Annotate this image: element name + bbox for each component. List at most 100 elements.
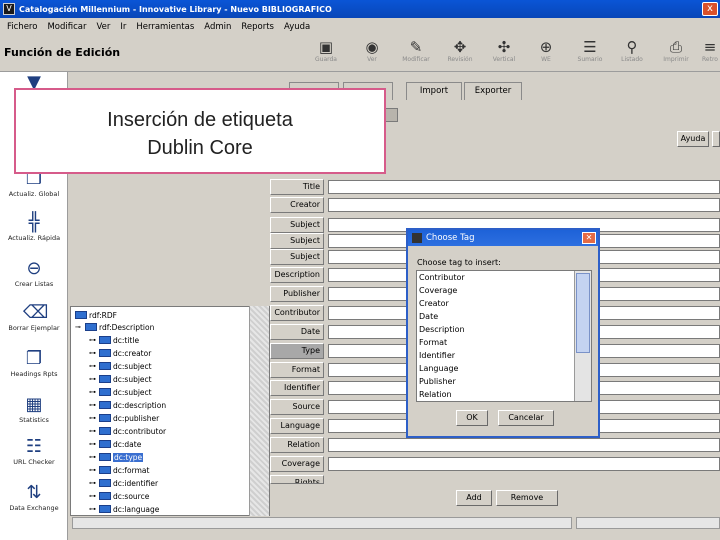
tag-list-scrollbar[interactable] bbox=[574, 271, 591, 401]
field-input-title[interactable] bbox=[328, 180, 720, 194]
tag-listbox[interactable]: Contributor Coverage Creator Date Descri… bbox=[416, 270, 592, 402]
tree-toggle-icon[interactable]: ⊶ bbox=[89, 453, 99, 461]
tag-option[interactable]: Identifier bbox=[417, 349, 591, 362]
tree-item[interactable]: ⊶ dc:language bbox=[89, 503, 159, 515]
menu-herramientas[interactable]: Herramientas bbox=[131, 22, 199, 32]
field-label-source[interactable]: Source bbox=[270, 399, 324, 415]
remove-button[interactable]: Remove bbox=[496, 490, 558, 506]
tree-item[interactable]: ⊶ dc:contributor bbox=[89, 425, 166, 437]
scrollbar-thumb[interactable] bbox=[576, 273, 590, 353]
menu-ayuda[interactable]: Ayuda bbox=[279, 22, 315, 32]
tag-option[interactable]: Creator bbox=[417, 297, 591, 310]
menu-modificar[interactable]: Modificar bbox=[42, 22, 91, 32]
horizontal-scrollbar[interactable] bbox=[72, 517, 572, 529]
tree-item[interactable]: ⊶ dc:subject bbox=[89, 386, 152, 398]
tree-item[interactable]: ⊶ dc:title bbox=[89, 334, 139, 346]
tree-item[interactable]: ⊶ dc:subject bbox=[89, 373, 152, 385]
field-label-subject[interactable]: Subject bbox=[270, 233, 324, 249]
tree-toggle-icon[interactable]: ⊶ bbox=[89, 440, 99, 448]
tree-description[interactable]: ⊸ rdf:Description bbox=[75, 321, 154, 333]
tree-item[interactable]: ⊶ dc:subject bbox=[89, 360, 152, 372]
tree-item[interactable]: ⊶ dc:format bbox=[89, 464, 149, 476]
tree-toggle-icon[interactable]: ⊶ bbox=[89, 336, 99, 344]
tree-toggle-icon[interactable]: ⊶ bbox=[89, 362, 99, 370]
menu-fichero[interactable]: Fichero bbox=[2, 22, 42, 32]
modify-button[interactable]: ✎ Modificar bbox=[396, 38, 436, 70]
help-button[interactable]: Ayuda bbox=[677, 131, 709, 147]
menu-reports[interactable]: Reports bbox=[236, 22, 279, 32]
side-scroll-button[interactable] bbox=[712, 131, 720, 147]
field-label-type[interactable]: Type bbox=[270, 343, 324, 359]
summary-button[interactable]: ☰ Sumario bbox=[570, 38, 610, 70]
dialog-close-button[interactable]: ✕ bbox=[582, 232, 596, 244]
tree-item[interactable]: ⊶ dc:source bbox=[89, 490, 149, 502]
tree-toggle-icon[interactable]: ⊶ bbox=[89, 492, 99, 500]
tree-toggle-icon[interactable]: ⊶ bbox=[89, 414, 99, 422]
tag-option[interactable]: Publisher bbox=[417, 375, 591, 388]
field-label-language[interactable]: Language bbox=[270, 418, 324, 434]
tag-option[interactable]: Coverage bbox=[417, 284, 591, 297]
create-lists-button[interactable]: ⊖ Crear Listas bbox=[0, 258, 68, 288]
menu-ir[interactable]: Ir bbox=[115, 22, 131, 32]
tag-option[interactable]: Relation bbox=[417, 388, 591, 401]
tree-toggle-icon[interactable]: ⊶ bbox=[89, 479, 99, 487]
tree-item[interactable]: ⊶ dc:identifier bbox=[89, 477, 158, 489]
headings-reports-button[interactable]: ❐ Headings Rpts bbox=[0, 348, 68, 378]
field-label-contributor[interactable]: Contributor bbox=[270, 305, 324, 321]
field-label-creator[interactable]: Creator bbox=[270, 197, 324, 213]
tab-exporter[interactable]: Exporter bbox=[464, 82, 522, 100]
menu-admin[interactable]: Admin bbox=[199, 22, 236, 32]
tree-item[interactable]: ⊶ dc:publisher bbox=[89, 412, 159, 424]
tree-item[interactable]: ⊶ dc:creator bbox=[89, 347, 151, 359]
ok-button[interactable]: OK bbox=[456, 410, 488, 426]
view-button[interactable]: ◉ Ver bbox=[352, 38, 392, 70]
tree-item[interactable]: ⊶ dc:date bbox=[89, 438, 141, 450]
url-checker-button[interactable]: ☷ URL Checker bbox=[0, 436, 68, 466]
field-label-description[interactable]: Description bbox=[270, 267, 324, 283]
field-label-date[interactable]: Date bbox=[270, 324, 324, 340]
collapsed-tab[interactable] bbox=[384, 108, 398, 122]
cancel-button[interactable]: Cancelar bbox=[498, 410, 554, 426]
tag-option[interactable]: Contributor bbox=[417, 271, 591, 284]
tree-toggle-icon[interactable]: ⊶ bbox=[89, 388, 99, 396]
print-button[interactable]: ⎙ Imprimir bbox=[656, 38, 696, 70]
tree-toggle-icon[interactable]: ⊶ bbox=[89, 427, 99, 435]
menu-ver[interactable]: Ver bbox=[91, 22, 115, 32]
tree-scrollbar[interactable] bbox=[249, 306, 269, 516]
data-exchange-button[interactable]: ⇅ Data Exchange bbox=[0, 482, 68, 512]
vertical-button[interactable]: ✣ Vertical bbox=[484, 38, 524, 70]
delete-item-button[interactable]: ⌫ Borrar Ejemplar bbox=[0, 302, 68, 332]
field-input-coverage[interactable] bbox=[328, 457, 720, 471]
save-button[interactable]: ▣ Guarda bbox=[306, 38, 346, 70]
tag-option[interactable]: Date bbox=[417, 310, 591, 323]
tree-item[interactable]: ⊶ dc:description bbox=[89, 399, 166, 411]
horizontal-scrollbar-right[interactable] bbox=[576, 517, 720, 529]
field-label-title[interactable]: Title bbox=[270, 179, 324, 195]
tree-root[interactable]: rdf:RDF bbox=[75, 309, 117, 321]
tree-toggle-icon[interactable]: ⊶ bbox=[89, 466, 99, 474]
tree-toggle-icon[interactable]: ⊶ bbox=[89, 401, 99, 409]
tag-option[interactable]: Language bbox=[417, 362, 591, 375]
tree-toggle-icon[interactable]: ⊸ bbox=[75, 323, 85, 331]
field-label-format[interactable]: Format bbox=[270, 362, 324, 378]
field-label-identifier[interactable]: Identifier bbox=[270, 380, 324, 396]
field-label-subject[interactable]: Subject bbox=[270, 249, 324, 265]
window-close-button[interactable]: x bbox=[702, 2, 718, 16]
field-label-rights[interactable]: Rights bbox=[270, 475, 324, 484]
retro-button[interactable]: ≡ Retro bbox=[700, 38, 720, 70]
tag-option[interactable]: Format bbox=[417, 336, 591, 349]
add-button[interactable]: Add bbox=[456, 490, 492, 506]
review-button[interactable]: ✥ Revisión bbox=[440, 38, 480, 70]
tree-item-selected[interactable]: ⊶ dc:type bbox=[89, 451, 144, 463]
field-label-relation[interactable]: Relation bbox=[270, 437, 324, 453]
tag-option[interactable]: Description bbox=[417, 323, 591, 336]
tree-toggle-icon[interactable]: ⊶ bbox=[89, 375, 99, 383]
rapid-update-button[interactable]: ╬ Actualiz. Rápida bbox=[0, 212, 68, 242]
tree-toggle-icon[interactable]: ⊶ bbox=[89, 349, 99, 357]
tree-toggle-icon[interactable]: ⊶ bbox=[89, 505, 99, 513]
tab-import[interactable]: Import bbox=[406, 82, 462, 100]
field-input-relation[interactable] bbox=[328, 438, 720, 452]
field-label-subject[interactable]: Subject bbox=[270, 217, 324, 233]
statistics-button[interactable]: ▦ Statistics bbox=[0, 394, 68, 424]
list-button[interactable]: ⚲ Listado bbox=[612, 38, 652, 70]
